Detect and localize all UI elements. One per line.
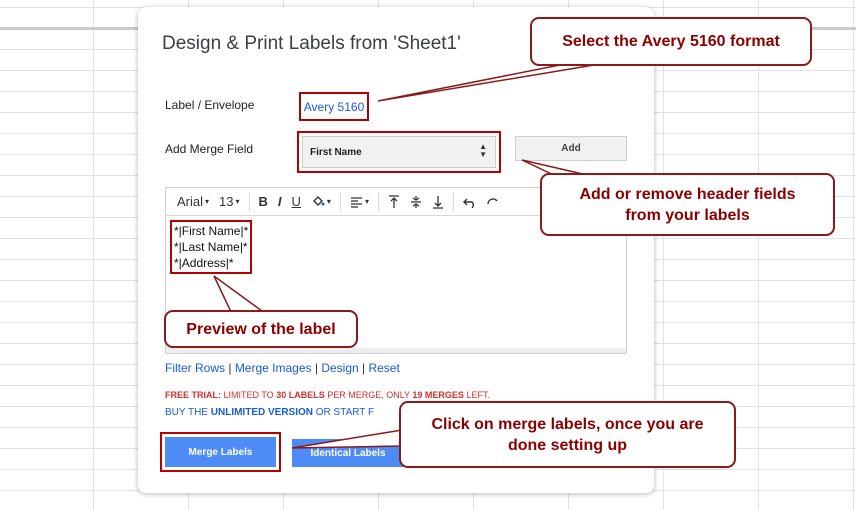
trial-text: LIMITED TO bbox=[221, 390, 277, 400]
undo-button[interactable] bbox=[458, 188, 482, 215]
bold-button[interactable]: B bbox=[254, 188, 273, 215]
paint-bucket-icon bbox=[312, 195, 325, 206]
filter-rows-link[interactable]: Filter Rows bbox=[165, 361, 225, 375]
buy-text: BUY THE bbox=[165, 407, 211, 418]
label-preview-text: *|First Name|* *|Last Name|* *|Address|* bbox=[170, 220, 253, 274]
free-trial-notice: FREE TRIAL: LIMITED TO 30 LABELS PER MER… bbox=[165, 390, 490, 400]
trial-text: PER MERGE, ONLY bbox=[324, 390, 413, 400]
merge-line: *|First Name|* bbox=[174, 224, 249, 238]
footer-links: Filter Rows | Merge Images | Design | Re… bbox=[165, 361, 400, 375]
label-envelope-label: Label / Envelope bbox=[165, 98, 255, 112]
merge-field-label: Add Merge Field bbox=[165, 142, 254, 156]
avery-5160-link[interactable]: Avery 5160 bbox=[304, 100, 365, 114]
buy-text: OR START F bbox=[313, 407, 375, 418]
merge-field-select[interactable]: First Name ▲ ▼ bbox=[302, 136, 496, 168]
header-fields-callout: Add or remove header fields from your la… bbox=[540, 173, 835, 236]
link-separator: | bbox=[358, 361, 369, 375]
merge-line: *|Address|* bbox=[174, 256, 234, 270]
buy-notice: BUY THE UNLIMITED VERSION OR START F bbox=[165, 407, 374, 418]
font-family-dropdown[interactable]: Arial ▾ bbox=[172, 188, 214, 215]
align-button[interactable]: ▾ bbox=[345, 188, 374, 215]
align-left-icon bbox=[350, 196, 362, 208]
merge-line: *|Last Name|* bbox=[174, 240, 248, 254]
merge-images-link[interactable]: Merge Images bbox=[235, 361, 312, 375]
add-field-button[interactable]: Add bbox=[515, 136, 627, 161]
merge-labels-button[interactable]: Merge Labels bbox=[165, 437, 276, 467]
trial-merges-count: 19 MERGES bbox=[412, 390, 464, 400]
trial-text: LEFT. bbox=[463, 390, 490, 400]
valign-middle-button[interactable] bbox=[405, 188, 427, 215]
trial-labels-count: 30 LABELS bbox=[276, 390, 325, 400]
reset-link[interactable]: Reset bbox=[368, 361, 399, 375]
link-separator: | bbox=[311, 361, 322, 375]
redo-button[interactable] bbox=[482, 188, 504, 215]
italic-button[interactable]: I bbox=[273, 188, 287, 215]
merge-callout-line: done setting up bbox=[507, 436, 628, 454]
header-callout-line: from your labels bbox=[625, 206, 750, 224]
fill-color-button[interactable]: ▾ bbox=[306, 188, 336, 215]
toolbar-divider bbox=[248, 191, 250, 212]
merge-labels-highlight: Merge Labels bbox=[160, 432, 281, 472]
merge-field-selected: First Name bbox=[310, 146, 362, 158]
merge-callout: Click on merge labels, once you are done… bbox=[399, 401, 736, 468]
valign-bottom-icon bbox=[432, 195, 443, 209]
link-separator: | bbox=[225, 361, 235, 375]
toolbar-divider bbox=[339, 191, 341, 212]
valign-middle-icon bbox=[410, 195, 421, 208]
merge-callout-line: Click on merge labels, once you are bbox=[431, 415, 704, 433]
avery-highlight: Avery 5160 bbox=[299, 92, 369, 121]
updown-arrows-icon: ▲ ▼ bbox=[479, 142, 487, 159]
header-callout-line: Add or remove header fields bbox=[579, 185, 796, 203]
font-family-value: Arial bbox=[177, 194, 204, 209]
valign-top-button[interactable] bbox=[383, 188, 405, 215]
toolbar-divider bbox=[377, 191, 379, 212]
avery-callout-text: Select the Avery 5160 format bbox=[562, 33, 780, 50]
underline-button[interactable]: U bbox=[287, 188, 306, 215]
preview-callout-text: Preview of the label bbox=[186, 320, 336, 338]
dialog-title: Design & Print Labels from 'Sheet1' bbox=[162, 33, 461, 54]
font-size-value: 13 bbox=[219, 194, 234, 209]
design-link[interactable]: Design bbox=[321, 361, 358, 375]
undo-icon bbox=[462, 198, 474, 208]
avery-callout: Select the Avery 5160 format bbox=[530, 17, 812, 66]
valign-top-icon bbox=[388, 194, 399, 208]
valign-bottom-button[interactable] bbox=[427, 188, 449, 215]
font-size-dropdown[interactable]: 13 ▾ bbox=[214, 188, 244, 215]
redo-icon bbox=[487, 197, 498, 204]
toolbar-divider bbox=[452, 191, 454, 212]
unlimited-version-link[interactable]: UNLIMITED VERSION bbox=[211, 407, 313, 418]
merge-field-highlight: First Name ▲ ▼ bbox=[297, 131, 501, 173]
identical-labels-button[interactable]: Identical Labels bbox=[292, 439, 404, 467]
preview-callout: Preview of the label bbox=[164, 310, 358, 348]
trial-prefix: FREE TRIAL: bbox=[165, 390, 221, 400]
editor-scrollbar[interactable] bbox=[166, 348, 626, 353]
